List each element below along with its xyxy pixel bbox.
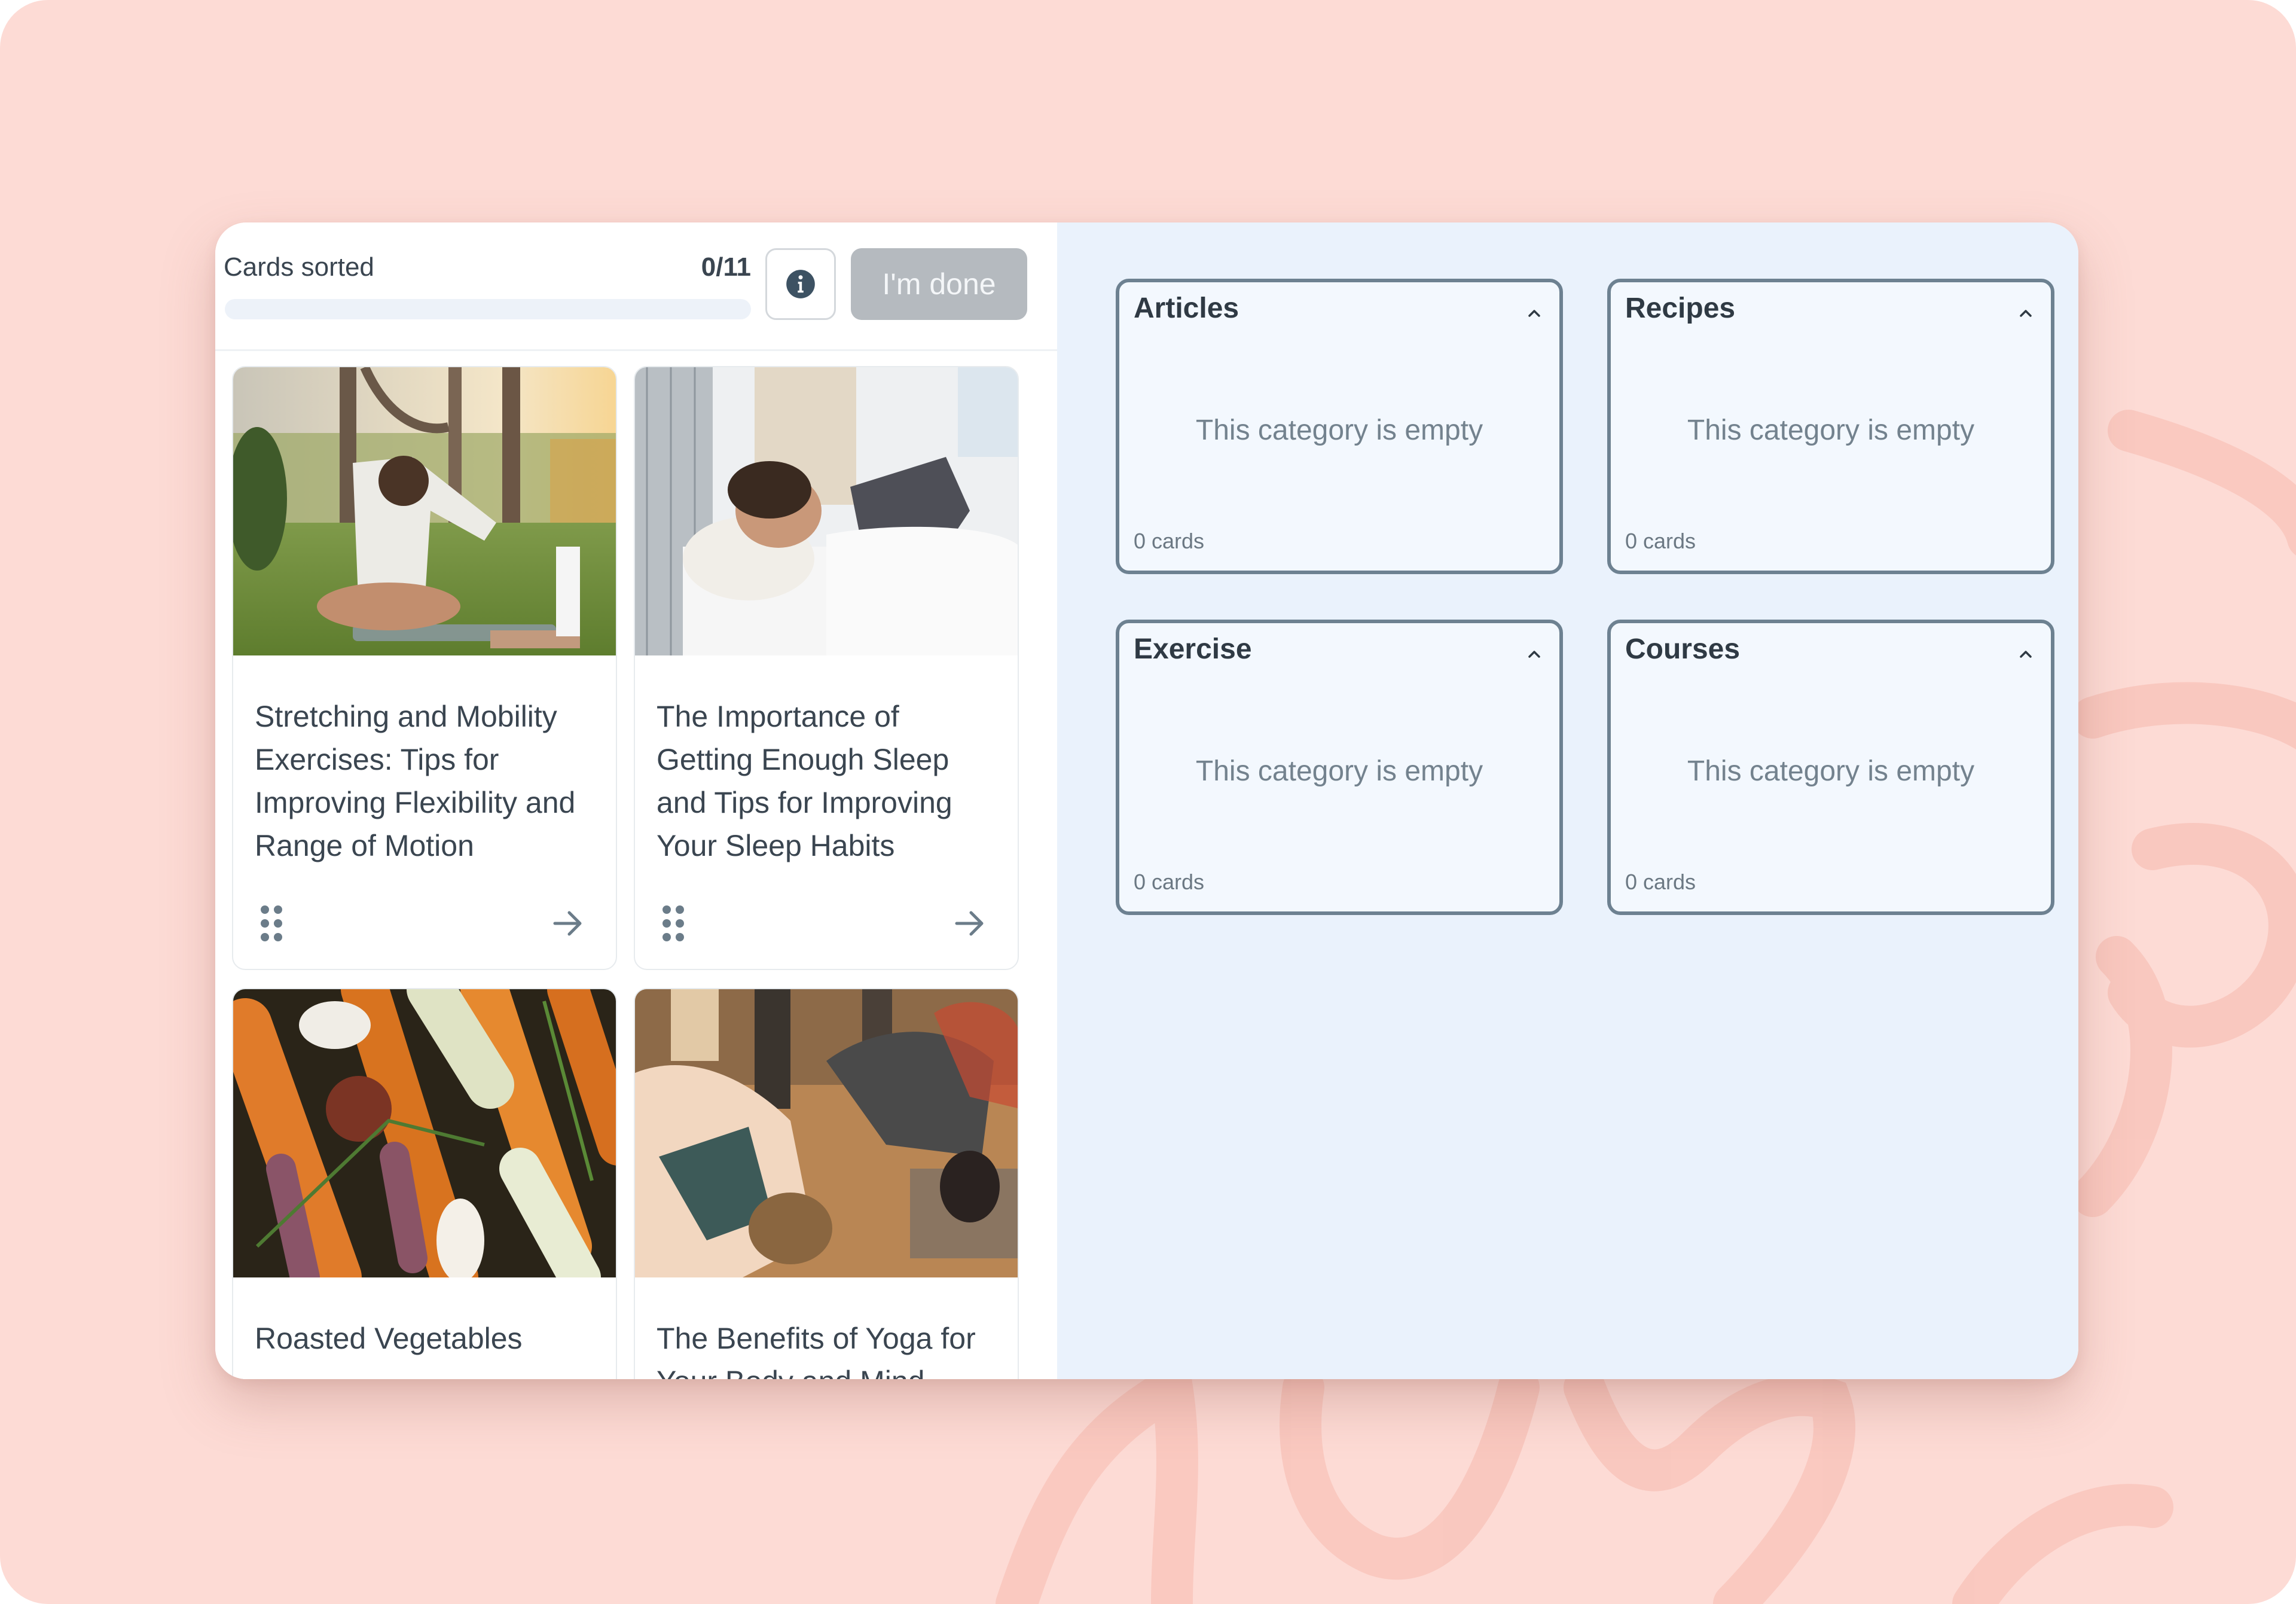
category-card-count: 0 cards: [1134, 870, 1205, 894]
sort-card[interactable]: The Benefits of Yoga for Your Body and M…: [634, 988, 1019, 1379]
category-card-count: 0 cards: [1625, 870, 1696, 894]
card-image-sleep: [635, 367, 1018, 655]
drag-handle-icon[interactable]: [259, 904, 283, 943]
chevron-up-icon[interactable]: [2015, 303, 2037, 324]
category-title: Articles: [1134, 292, 1239, 324]
category-title: Exercise: [1134, 633, 1252, 665]
im-done-button[interactable]: I'm done: [851, 248, 1027, 320]
card-title: Stretching and Mobility Exercises: Tips …: [255, 700, 576, 862]
categories-pane: Articles This category is empty 0 cards …: [1057, 222, 2078, 1379]
category-empty-text: This category is empty: [1687, 414, 1975, 446]
cards-pane: Cards sorted 0/11 I'm done Stretching an…: [215, 222, 1058, 1379]
chevron-up-icon[interactable]: [1523, 644, 1545, 665]
category-card-count: 0 cards: [1625, 529, 1696, 553]
arrow-right-icon[interactable]: [952, 905, 988, 941]
card-title: The Benefits of Yoga for Your Body and M…: [657, 1322, 976, 1379]
category-empty-text: This category is empty: [1687, 755, 1975, 787]
sorted-count: 0/11: [701, 252, 751, 282]
card-image-stretching: [233, 367, 616, 655]
card-image-roasted-vegetables: [233, 989, 616, 1277]
sort-progress-bar: [225, 299, 751, 319]
category-title: Courses: [1625, 633, 1741, 665]
sort-card[interactable]: Stretching and Mobility Exercises: Tips …: [232, 366, 617, 970]
sort-card[interactable]: Roasted Vegetables: [232, 988, 617, 1379]
header-divider: [215, 349, 1057, 351]
info-circle-icon: [786, 270, 815, 298]
arrow-right-icon[interactable]: [550, 905, 586, 941]
cards-sorted-label: Cards sorted: [224, 252, 374, 282]
sort-card[interactable]: The Importance of Getting Enough Sleep a…: [634, 366, 1019, 970]
category-exercise[interactable]: Exercise This category is empty 0 cards: [1116, 620, 1563, 915]
category-empty-text: This category is empty: [1195, 414, 1483, 446]
category-title: Recipes: [1625, 292, 1736, 324]
card-title: The Importance of Getting Enough Sleep a…: [657, 700, 952, 862]
chevron-up-icon[interactable]: [2015, 644, 2037, 665]
info-button[interactable]: [765, 248, 836, 320]
category-courses[interactable]: Courses This category is empty 0 cards: [1607, 620, 2054, 915]
category-empty-text: This category is empty: [1195, 755, 1483, 787]
card-title: Roasted Vegetables: [255, 1322, 523, 1355]
category-card-count: 0 cards: [1134, 529, 1205, 553]
card-image-yoga: [635, 989, 1018, 1277]
category-recipes[interactable]: Recipes This category is empty 0 cards: [1607, 279, 2054, 574]
chevron-up-icon[interactable]: [1523, 303, 1545, 324]
drag-handle-icon[interactable]: [661, 904, 685, 943]
page-background: Cards sorted 0/11 I'm done Stretching an…: [0, 0, 2296, 1604]
category-articles[interactable]: Articles This category is empty 0 cards: [1116, 279, 1563, 574]
card-sort-panel: Cards sorted 0/11 I'm done Stretching an…: [215, 222, 2078, 1379]
